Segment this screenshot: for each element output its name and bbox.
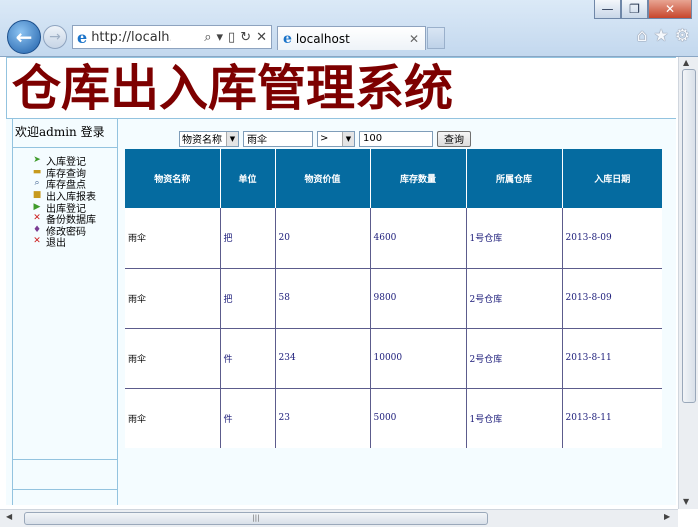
table-row: 雨伞 把 20 4600 1号仓库 2013-8-09: [125, 208, 662, 269]
arrow-check-icon: ➤: [33, 155, 41, 166]
search-bar: 物资名称 ▼ 雨伞 > ▼ 100 查询: [179, 130, 471, 147]
folder-icon: ▬: [32, 166, 42, 177]
search-button[interactable]: 查询: [437, 130, 471, 147]
operator-select-value: >: [320, 133, 329, 144]
table-cell: 2013-8-09: [562, 268, 662, 329]
sidebar-divider: [13, 489, 117, 490]
chevron-down-icon[interactable]: ▼: [342, 131, 354, 146]
table-cell: 1号仓库: [466, 388, 563, 448]
operator-select[interactable]: > ▼: [317, 130, 355, 147]
column-header: 库存数量: [370, 149, 467, 208]
table-cell: 1号仓库: [466, 208, 563, 269]
red-x-icon: ✕: [33, 213, 41, 224]
column-header: 物资名称: [125, 149, 221, 208]
table-cell: 2号仓库: [466, 328, 563, 389]
column-header: 入库日期: [562, 149, 662, 208]
forward-arrow-icon: →: [49, 29, 61, 45]
table-cell: 2013-8-09: [562, 208, 662, 269]
table-cell: 件: [220, 388, 276, 448]
table-cell: 5000: [370, 388, 467, 448]
inventory-table: 物资名称 单位 物资价值 库存数量 所属仓库 入库日期 雨伞 把 20 4600: [125, 149, 662, 448]
horizontal-scroll-thumb[interactable]: |||: [24, 512, 488, 525]
table-cell: 2013-8-11: [562, 328, 662, 389]
sidebar: 欢迎admin 登录 ➤ 入库登记 ▬ 库存查询 ⌕ 库存盘点 ■ 出入库报表 ▶ 出库登…: [12, 119, 118, 505]
table-cell: 234: [275, 328, 371, 389]
scroll-right-icon[interactable]: ▶: [664, 512, 670, 521]
page-viewport: 仓库出入库管理系统 欢迎admin 登录 ➤ 入库登记 ▬ 库存查询 ⌕ 库存盘点 ■…: [0, 57, 698, 527]
horizontal-scrollbar[interactable]: ◀ ||| ▶: [0, 509, 678, 527]
sidebar-divider: [13, 147, 117, 148]
table-cell: 件: [220, 328, 276, 389]
red-x-icon: ✕: [33, 236, 41, 247]
welcome-text: 欢迎admin 登录: [15, 125, 105, 139]
field-select[interactable]: 物资名称 ▼: [179, 130, 239, 147]
address-bar[interactable]: e http://localh... ⌕ ▾ ▯ ↻ ✕: [72, 25, 272, 49]
new-tab-button[interactable]: [427, 27, 445, 49]
table-row: 雨伞 件 234 10000 2号仓库 2013-8-11: [125, 328, 662, 389]
stop-icon[interactable]: ✕: [256, 30, 267, 45]
table-cell: 雨伞: [125, 208, 221, 269]
table-header-row: 物资名称 单位 物资价值 库存数量 所属仓库 入库日期: [125, 149, 662, 208]
table-cell: 2号仓库: [466, 268, 563, 329]
field-select-value: 物资名称: [182, 135, 222, 146]
chevron-down-icon[interactable]: ▼: [226, 131, 238, 146]
table-cell: 10000: [370, 328, 467, 389]
close-window-button[interactable]: ✕: [648, 0, 692, 19]
maximize-button[interactable]: ❐: [621, 0, 648, 19]
page: 仓库出入库管理系统 欢迎admin 登录 ➤ 入库登记 ▬ 库存查询 ⌕ 库存盘点 ■…: [6, 57, 676, 505]
refresh-icon[interactable]: ↻: [240, 30, 251, 45]
table-cell: 58: [275, 268, 371, 329]
table-row: 雨伞 把 58 9800 2号仓库 2013-8-09: [125, 268, 662, 329]
column-header: 所属仓库: [466, 149, 563, 208]
column-header: 单位: [220, 149, 276, 208]
tab-ie-icon: e: [283, 30, 292, 47]
table-cell: 9800: [370, 268, 467, 329]
table-cell: 4600: [370, 208, 467, 269]
home-icon[interactable]: ⌂: [637, 26, 648, 46]
minimize-button[interactable]: —: [594, 0, 621, 19]
back-button[interactable]: ←: [7, 20, 41, 54]
sidebar-divider: [13, 459, 117, 460]
search-icon[interactable]: ⌕: [204, 30, 211, 45]
page-title: 仓库出入库管理系统: [12, 60, 454, 117]
sidebar-menu: ➤ 入库登记 ▬ 库存查询 ⌕ 库存盘点 ■ 出入库报表 ▶ 出库登记 ✕ 备份数据库 ♦ 修…: [31, 155, 96, 249]
dropdown-icon[interactable]: ▾: [217, 30, 224, 45]
vertical-scrollbar[interactable]: ▲ ▼: [678, 57, 698, 509]
table-cell: 雨伞: [125, 388, 221, 448]
folder-open-icon: ■: [32, 190, 42, 201]
tab-title: localhost: [295, 31, 350, 46]
forward-button[interactable]: →: [43, 25, 67, 49]
table-cell: 20: [275, 208, 371, 269]
tab-localhost[interactable]: e localhost ✕: [277, 26, 426, 50]
table-cell: 雨伞: [125, 328, 221, 389]
magnifier-icon: ⌕: [34, 178, 40, 189]
back-arrow-icon: ←: [15, 25, 33, 49]
table-cell: 2013-8-11: [562, 388, 662, 448]
compat-icon[interactable]: ▯: [228, 30, 235, 45]
table-cell: 23: [275, 388, 371, 448]
ie-logo-icon: e: [77, 27, 88, 47]
main-content: 物资名称 ▼ 雨伞 > ▼ 100 查询 物资名称 单位 物资价值 库存数量 所…: [119, 119, 676, 505]
scroll-down-icon[interactable]: ▼: [683, 497, 689, 506]
column-header: 物资价值: [275, 149, 371, 208]
window-controls: — ❐ ✕: [594, 0, 692, 19]
table-cell: 雨伞: [125, 268, 221, 329]
vertical-scroll-thumb[interactable]: [682, 69, 696, 403]
number-input[interactable]: 100: [359, 130, 433, 147]
pin-icon: ♦: [32, 224, 42, 235]
sidebar-item-logout[interactable]: ✕ 退出: [31, 236, 96, 249]
table-row: 雨伞 件 23 5000 1号仓库 2013-8-11: [125, 388, 662, 448]
scroll-up-icon[interactable]: ▲: [683, 58, 689, 67]
browser-chrome: — ❐ ✕ ← → e http://localh... ⌕ ▾ ▯ ↻ ✕ e…: [0, 0, 698, 57]
address-text[interactable]: http://localh...: [91, 30, 171, 45]
table-cell: 把: [220, 208, 276, 269]
tab-close-icon[interactable]: ✕: [409, 32, 419, 46]
arrow-out-icon: ▶: [33, 201, 41, 212]
gear-icon[interactable]: ⚙: [675, 26, 690, 46]
scroll-left-icon[interactable]: ◀: [6, 512, 12, 521]
header-banner: 仓库出入库管理系统: [6, 57, 676, 119]
favorites-star-icon[interactable]: ★: [654, 26, 669, 46]
keyword-input[interactable]: 雨伞: [243, 130, 313, 147]
table-cell: 把: [220, 268, 276, 329]
